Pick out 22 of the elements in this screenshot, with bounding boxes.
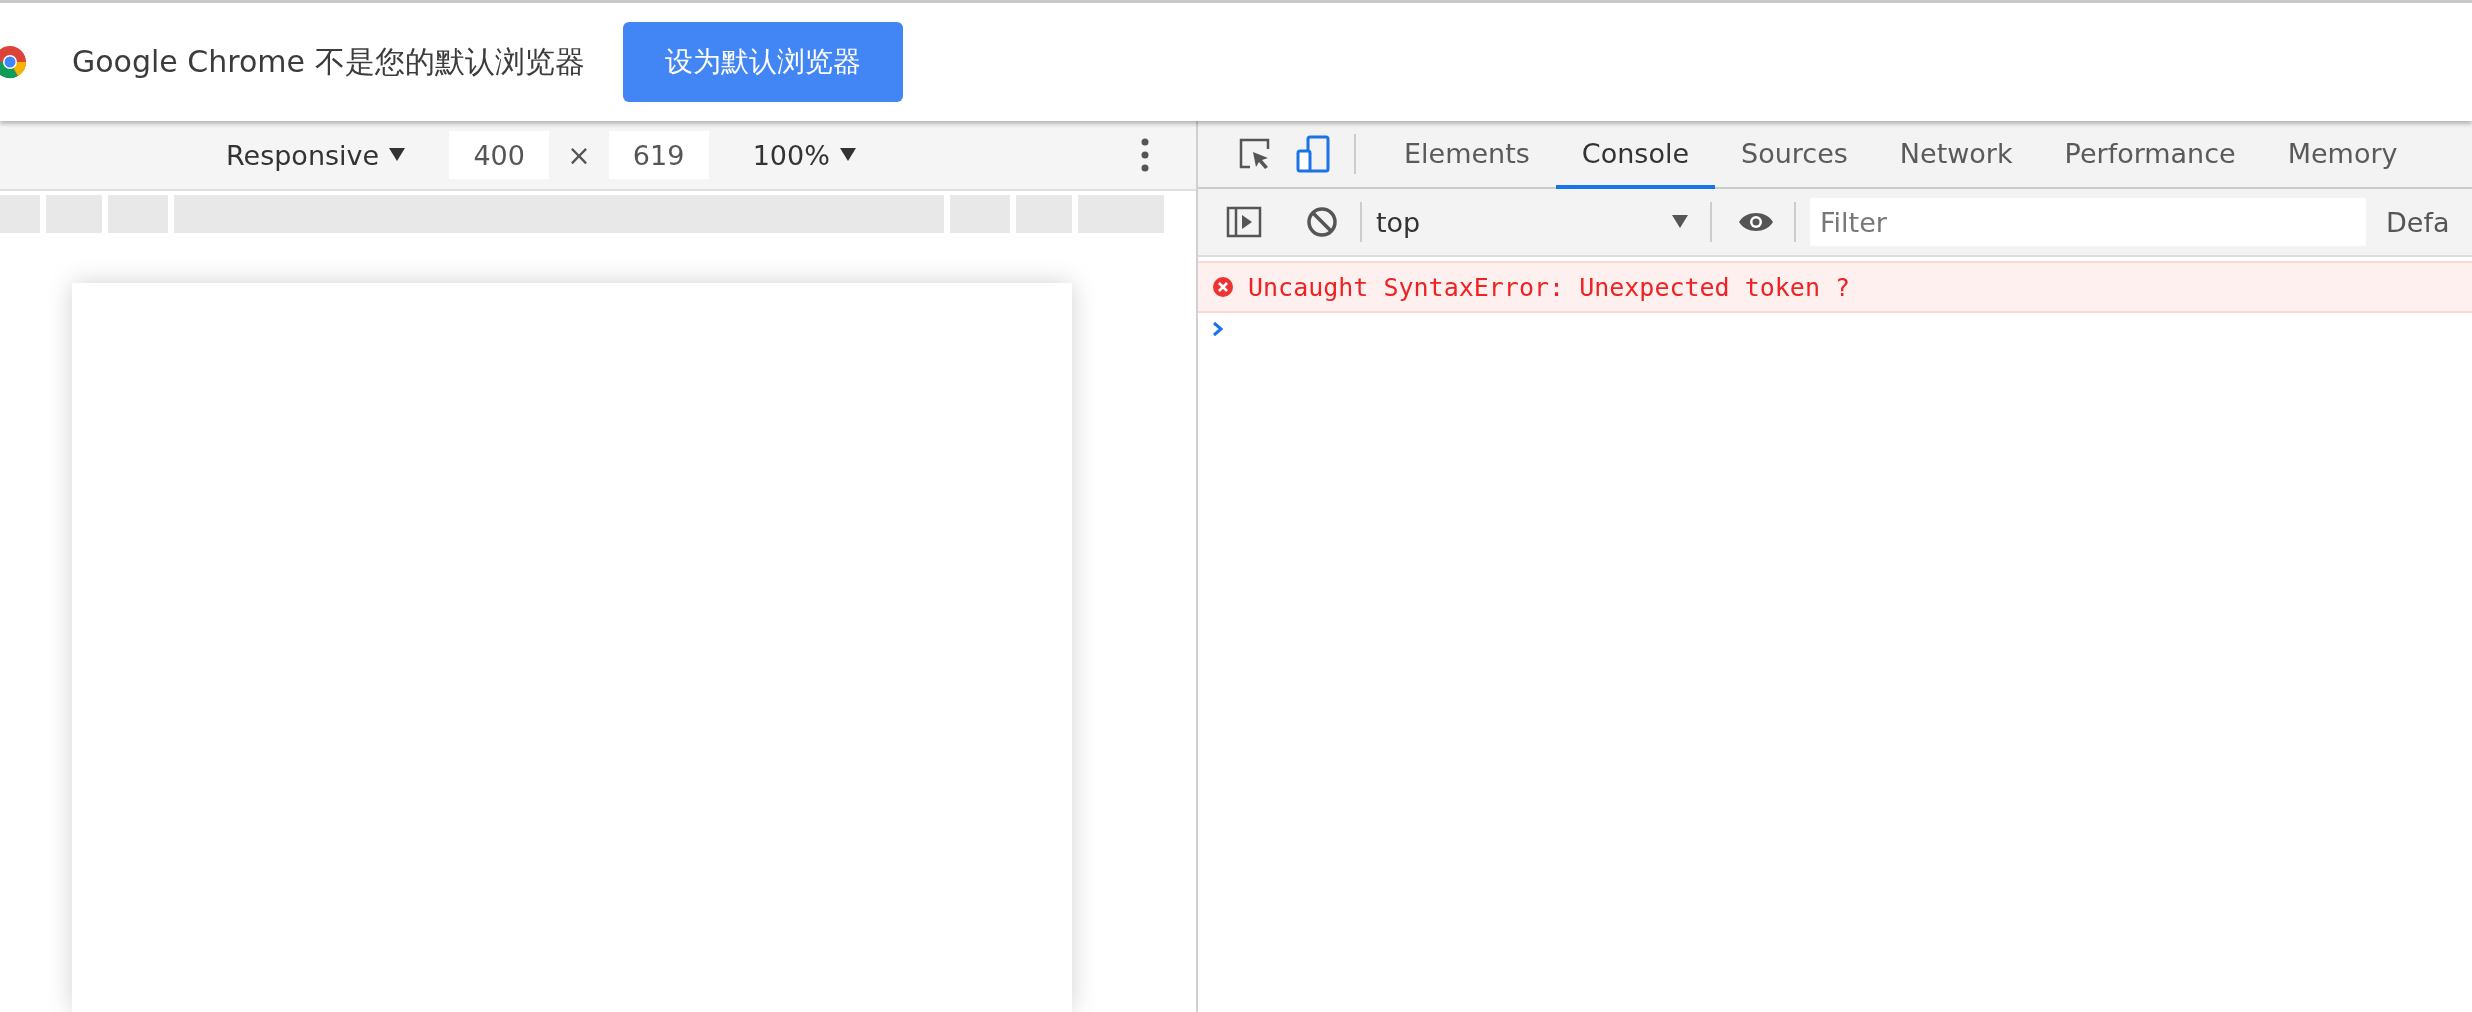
devtools-tab[interactable]: Sources: [1715, 121, 1874, 189]
devtools-tab[interactable]: Performance: [2038, 121, 2262, 189]
device-preset-dropdown[interactable]: Responsive: [226, 139, 406, 171]
height-input[interactable]: 619: [608, 131, 709, 179]
caret-icon: [1672, 215, 1688, 229]
dimension-separator: ×: [567, 138, 591, 172]
devtools-tab[interactable]: Memory: [2261, 121, 2424, 189]
width-input[interactable]: 400: [449, 131, 550, 179]
caret-icon: [839, 148, 856, 162]
devtools-tab[interactable]: Network: [1873, 121, 2039, 189]
filter-field[interactable]: Filter: [1810, 198, 2366, 246]
error-icon: [1212, 276, 1234, 298]
caret-icon: [389, 148, 406, 162]
context-dropdown[interactable]: top: [1362, 206, 1702, 238]
devtools-tab[interactable]: Elements: [1378, 121, 1556, 189]
set-default-button[interactable]: 设为默认浏览器: [622, 22, 903, 102]
log-levels-dropdown[interactable]: Defa: [2386, 206, 2450, 238]
message-text: Uncaught SyntaxError: Unexpected token ?: [1248, 272, 1851, 302]
default-browser-message: Google Chrome 不是您的默认浏览器: [72, 42, 585, 81]
more-options-icon[interactable]: [1140, 138, 1150, 172]
prompt-chevron-icon: [1212, 321, 1224, 337]
zoom-dropdown[interactable]: 100%: [752, 139, 856, 171]
